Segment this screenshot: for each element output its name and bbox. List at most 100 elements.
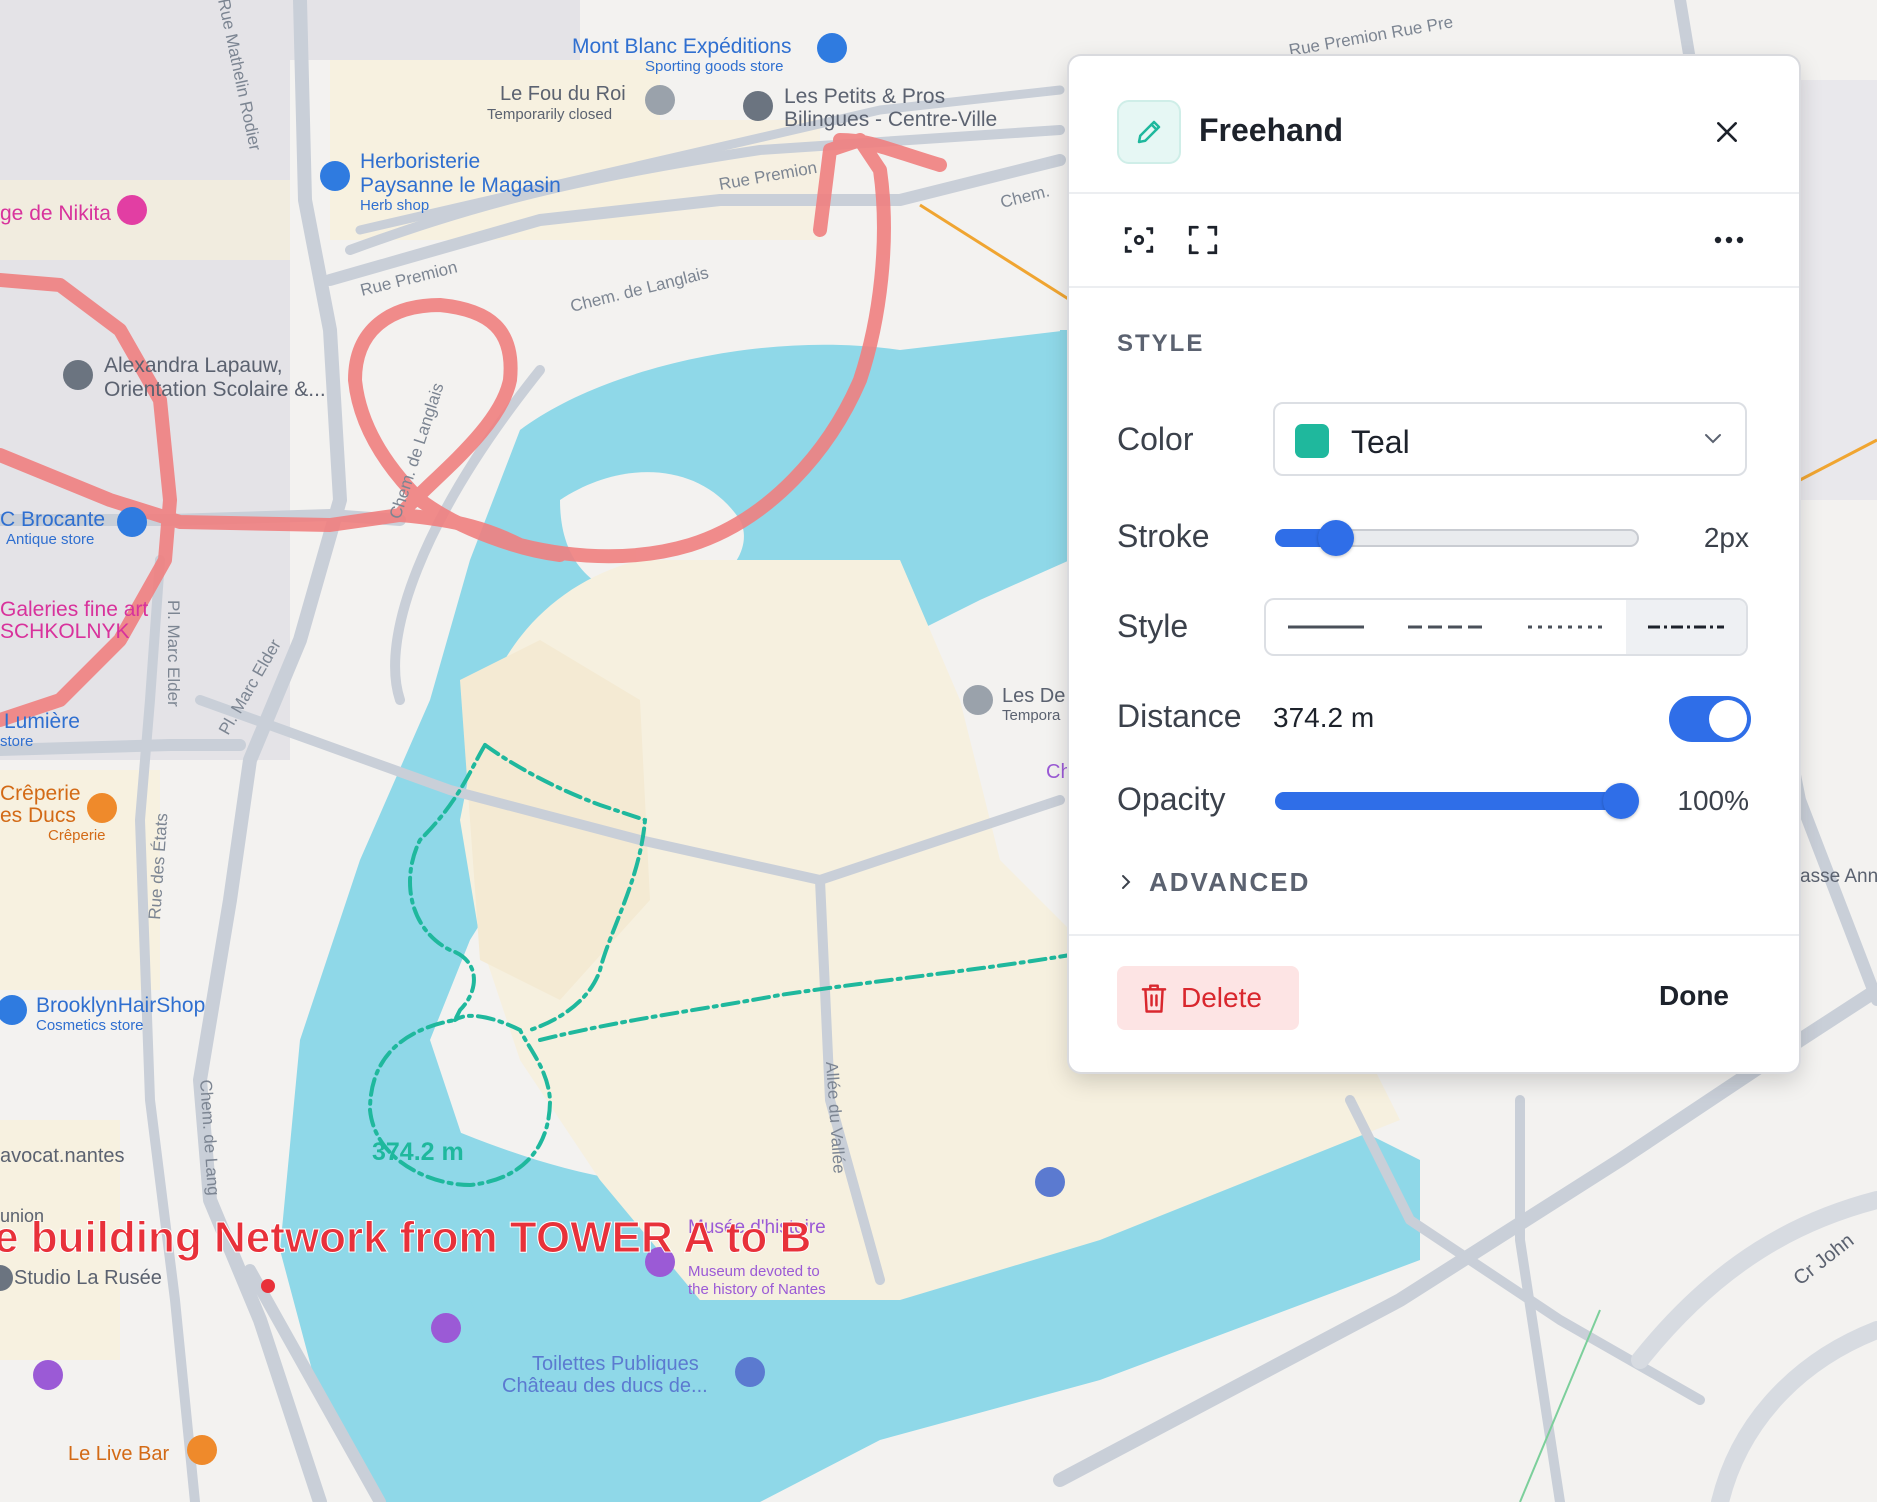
poi-label: Alexandra Lapauw, [104, 354, 283, 377]
poi-sub: Temporarily closed [487, 106, 612, 123]
solid-line-icon [1288, 625, 1364, 629]
poi-sub: Tempora [1002, 707, 1061, 724]
poi-label: Toilettes Publiques [532, 1353, 699, 1375]
more-icon [1714, 236, 1744, 244]
color-select[interactable]: Teal [1273, 402, 1747, 476]
poi-fou-du-roi-icon [645, 85, 675, 115]
footer-divider [1069, 934, 1799, 936]
stroke-label: Stroke [1117, 518, 1210, 554]
poi-label: Mont Blanc Expéditions [572, 35, 791, 58]
poi-label: Paysanne le Magasin [360, 174, 561, 197]
opacity-slider-fill [1275, 792, 1621, 810]
poi-sub: the history of Nantes [688, 1281, 826, 1298]
poi-petits-pros-icon [743, 91, 773, 121]
stroke-slider-thumb[interactable] [1317, 520, 1354, 556]
freehand-style-panel: Freehand STYLE Color Teal Stroke 2px Sty… [1069, 56, 1799, 1072]
panel-toolbar [1069, 194, 1799, 288]
poi-wc-icon [1035, 1167, 1065, 1197]
poi-sub: Crêperie [48, 827, 106, 844]
poi-label: Le Fou du Roi [500, 83, 626, 105]
poi-label: C Brocante [0, 508, 105, 531]
dashed-line-icon [1408, 625, 1484, 629]
poi-label: Ch [1046, 761, 1072, 783]
measurement-label: 374.2 m [372, 1138, 464, 1166]
poi-creperie-icon [87, 793, 117, 823]
panel-header: Freehand [1069, 56, 1799, 194]
pencil-icon [1117, 100, 1181, 164]
dotted-line-icon [1528, 625, 1604, 629]
poi-label: SCHKOLNYK [0, 620, 130, 643]
poi-sub: Herb shop [360, 197, 429, 214]
poi-nikita-icon [117, 195, 147, 225]
poi-label: Orientation Scolaire &... [104, 378, 326, 401]
color-value: Teal [1351, 424, 1410, 460]
poi-sub: Sporting goods store [645, 58, 783, 75]
poi-label: asse Ann [1800, 866, 1877, 887]
poi-sub: store [0, 733, 33, 750]
trash-icon [1141, 984, 1167, 1013]
opacity-slider-thumb[interactable] [1603, 783, 1639, 819]
dash-dot-line-icon [1648, 625, 1724, 629]
poi-label: Crêperie [0, 782, 81, 805]
poi-toilettes-icon [735, 1357, 765, 1387]
poi-alexandra-icon [63, 360, 93, 390]
poi-brocante-icon [117, 507, 147, 537]
advanced-label: ADVANCED [1149, 866, 1311, 897]
opacity-label: Opacity [1117, 781, 1226, 817]
focus-button[interactable] [1117, 218, 1161, 262]
line-style-selector [1264, 598, 1748, 656]
close-icon [1717, 122, 1737, 142]
close-button[interactable] [1705, 110, 1749, 154]
poi-label: avocat.nantes [0, 1145, 125, 1167]
poi-sub: Museum devoted to [688, 1263, 820, 1280]
opacity-value: 100% [1677, 785, 1749, 816]
poi-label: Les De [1002, 685, 1065, 707]
fullscreen-button[interactable] [1181, 218, 1225, 262]
focus-icon [1124, 227, 1154, 253]
style-option-dotted[interactable] [1506, 600, 1626, 654]
poi-label: Studio La Rusée [14, 1267, 162, 1289]
poi-mont-blanc-icon [817, 33, 847, 63]
advanced-toggle[interactable]: ADVANCED [1117, 864, 1310, 900]
poi-label: Le Live Bar [68, 1443, 170, 1465]
stroke-slider[interactable] [1275, 520, 1639, 556]
panel-title: Freehand [1199, 112, 1344, 148]
poi-label: Lumière [4, 710, 80, 733]
poi-sub: Cosmetics store [36, 1017, 144, 1034]
poi-purple-icon [431, 1313, 461, 1343]
poi-sub: Antique store [6, 531, 94, 548]
toggle-knob [1709, 700, 1747, 738]
distance-label: Distance [1117, 698, 1242, 734]
red-marker-dot [261, 1279, 275, 1293]
style-option-solid[interactable] [1266, 600, 1386, 654]
poi-label: BrooklynHairShop [36, 994, 205, 1017]
poi-purple-left-icon [33, 1360, 63, 1390]
done-button[interactable]: Done [1659, 980, 1729, 1012]
fullscreen-icon [1188, 225, 1218, 255]
annotation-text: e building Network from TOWER A to B [0, 1213, 811, 1262]
style-option-dash-dot[interactable] [1626, 600, 1746, 654]
more-button[interactable] [1707, 218, 1751, 262]
street-label: Pl. Marc Elder [164, 600, 183, 707]
style-option-dashed[interactable] [1386, 600, 1506, 654]
distance-value: 374.2 m [1273, 702, 1375, 733]
opacity-slider[interactable] [1275, 783, 1639, 819]
chevron-down-icon [1705, 434, 1721, 444]
delete-label: Delete [1181, 982, 1262, 1013]
poi-label: Herboristerie [360, 150, 480, 173]
style-label: Style [1117, 608, 1189, 644]
section-style-label: STYLE [1117, 330, 1205, 357]
poi-live-bar-icon [187, 1435, 217, 1465]
poi-label: Galeries fine art [0, 598, 148, 621]
poi-label: Château des ducs de... [502, 1375, 708, 1397]
poi-les-de-icon [963, 685, 993, 715]
delete-button[interactable]: Delete [1117, 966, 1299, 1030]
poi-label: Bilingues - Centre-Ville [784, 108, 997, 131]
poi-label: Les Petits & Pros [784, 85, 945, 108]
chevron-right-icon [1122, 875, 1131, 889]
poi-label: ge de Nikita [0, 202, 111, 225]
color-swatch [1295, 424, 1329, 458]
color-label: Color [1117, 421, 1194, 457]
distance-toggle[interactable] [1669, 696, 1751, 742]
poi-label: es Ducs [0, 804, 76, 827]
